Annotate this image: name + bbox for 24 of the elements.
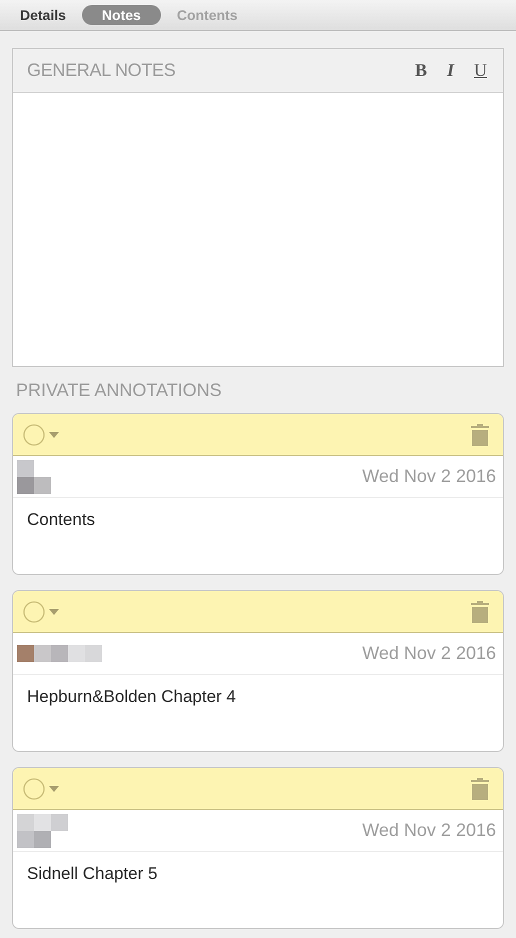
annotation-text: Sidnell Chapter 5 (27, 864, 158, 883)
circle-icon[interactable] (23, 424, 45, 446)
date-text: Wed Nov 2 2016 (362, 820, 496, 841)
italic-button[interactable]: I (444, 60, 456, 81)
tab[interactable]: Details (12, 5, 74, 25)
section-title: PRIVATE ANNOTATIONS (16, 380, 223, 402)
underline-button[interactable]: U (472, 60, 489, 81)
trash-icon[interactable] (471, 424, 489, 446)
bold-button[interactable]: B (412, 60, 429, 81)
pixelated-name-drawing (17, 460, 51, 494)
section-title: GENERAL NOTES (27, 60, 176, 81)
circle-icon[interactable] (23, 778, 45, 800)
caret-icon[interactable] (49, 786, 59, 792)
date-text: Wed Nov 2 2016 (362, 643, 496, 664)
annotation-text: Hepburn&Bolden Chapter 4 (27, 687, 236, 706)
caret-icon[interactable] (49, 608, 59, 614)
pixelated-name-drawing (17, 814, 68, 848)
annotation-text: Contents (27, 510, 96, 529)
caret-icon[interactable] (49, 432, 59, 438)
trash-icon[interactable] (471, 778, 489, 800)
trash-icon[interactable] (471, 600, 489, 622)
date-text: Wed Nov 2 2016 (362, 466, 496, 487)
tab[interactable]: Notes (82, 5, 161, 25)
circle-icon[interactable] (23, 600, 45, 622)
